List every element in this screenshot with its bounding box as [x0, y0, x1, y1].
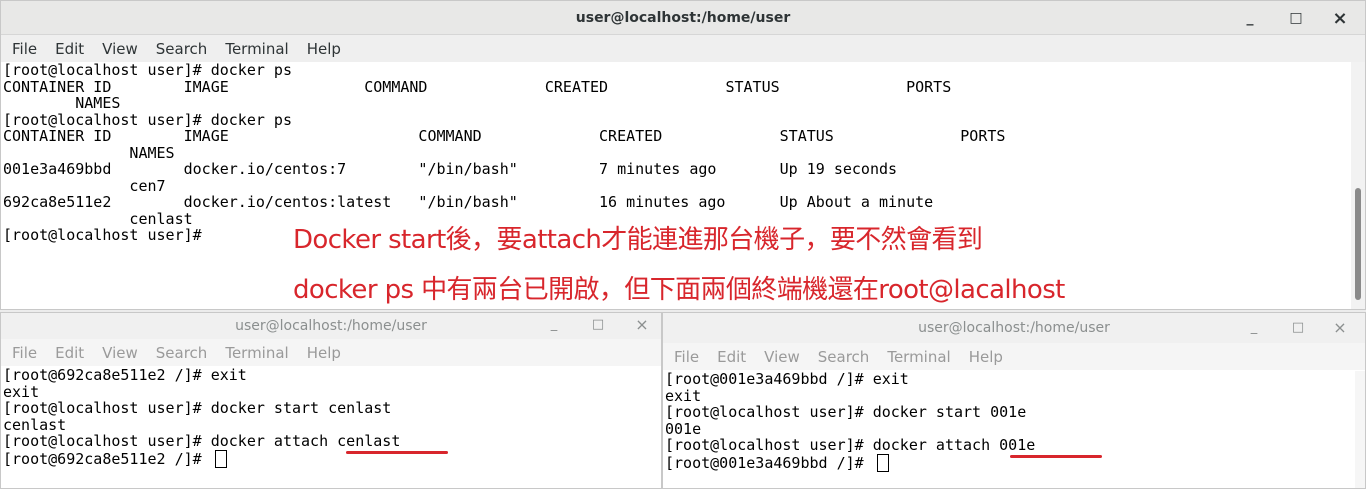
cursor-block [876, 453, 889, 472]
vertical-scrollbar[interactable] [1355, 371, 1365, 488]
menu-file[interactable]: File [12, 344, 37, 362]
menu-bar: File Edit View Search Terminal Help [1, 35, 1365, 62]
menu-terminal[interactable]: Terminal [225, 40, 288, 58]
terminal-line: NAMES [3, 143, 175, 162]
vertical-scrollbar[interactable] [1351, 62, 1365, 309]
terminal-line: 692ca8e511e2 docker.io/centos:latest "/b… [3, 193, 934, 211]
terminal-line: CONTAINER ID IMAGE COMMAND CREATED STATU… [3, 77, 952, 96]
close-icon[interactable]: × [631, 313, 653, 335]
right-terminal-window: user@localhost:/home/user _ □ × File Edi… [662, 312, 1366, 489]
terminal-line: cenlast [3, 415, 67, 434]
terminal-line: [root@localhost user]# docker start cenl… [3, 399, 392, 417]
cursor-block [214, 449, 227, 468]
window-title: user@localhost:/home/user [235, 318, 427, 334]
annotation-text: docker ps 中有兩台已開啟，但下面兩個終端機還在root@lacalho… [293, 275, 1065, 305]
main-terminal-window: user@localhost:/home/user _ □ × File Edi… [0, 0, 1366, 310]
menu-bar: File Edit View Search Terminal Help [1, 339, 661, 366]
terminal-line: [root@localhost user]# docker attach 001… [665, 436, 1036, 454]
menu-bar: File Edit View Search Terminal Help [663, 343, 1365, 370]
menu-view[interactable]: View [102, 344, 138, 362]
menu-terminal[interactable]: Terminal [225, 344, 288, 362]
minimize-icon[interactable]: _ [1243, 313, 1265, 341]
window-title: user@localhost:/home/user [918, 320, 1110, 336]
menu-edit[interactable]: Edit [55, 344, 84, 362]
terminal-line: [root@localhost user]# docker start 001e [665, 403, 1027, 421]
underline-annotation [346, 451, 448, 454]
terminal-line: exit [3, 382, 40, 401]
menu-view[interactable]: View [764, 348, 800, 366]
terminal-line: [root@localhost user]# docker ps [3, 62, 292, 79]
maximize-icon[interactable]: □ [1283, 1, 1309, 35]
terminal-line: 001e3a469bbd docker.io/centos:7 "/bin/ba… [3, 160, 898, 178]
menu-search[interactable]: Search [156, 344, 208, 362]
menu-search[interactable]: Search [156, 40, 208, 58]
menu-file[interactable]: File [12, 40, 37, 58]
minimize-icon[interactable]: _ [1237, 1, 1263, 35]
terminal-line: cenlast [3, 209, 193, 228]
menu-edit[interactable]: Edit [55, 40, 84, 58]
close-icon[interactable]: × [1327, 1, 1353, 35]
left-terminal-window: user@localhost:/home/user _ □ × File Edi… [0, 312, 662, 489]
terminal-line: NAMES [3, 94, 121, 112]
terminal-line: [root@692ca8e511e2 /]# exit [3, 367, 247, 384]
terminal-line: [root@localhost user]# [3, 226, 202, 244]
underline-annotation [1010, 455, 1102, 458]
annotation-text: Docker start後，要attach才能連進那台機子，要不然會看到 [293, 225, 983, 255]
terminal-output[interactable]: [root@692ca8e511e2 /]# exit exit [root@l… [1, 367, 661, 488]
maximize-icon[interactable]: □ [587, 313, 609, 335]
menu-help[interactable]: Help [307, 40, 341, 58]
menu-file[interactable]: File [674, 348, 699, 366]
menu-edit[interactable]: Edit [717, 348, 746, 366]
terminal-output[interactable]: [root@001e3a469bbd /]# exit exit [root@l… [663, 371, 1365, 488]
menu-terminal[interactable]: Terminal [887, 348, 950, 366]
terminal-line: [root@001e3a469bbd /]# exit [665, 371, 909, 388]
menu-help[interactable]: Help [969, 348, 1003, 366]
title-bar[interactable]: user@localhost:/home/user [1, 1, 1365, 35]
close-icon[interactable]: × [1329, 313, 1351, 341]
terminal-line: exit [665, 386, 702, 405]
terminal-line: cen7 [3, 176, 166, 195]
prompt-text: [root@692ca8e511e2 /]# [3, 449, 211, 468]
minimize-icon[interactable]: _ [543, 313, 565, 335]
maximize-icon[interactable]: □ [1287, 313, 1309, 341]
terminal-line: [root@localhost user]# docker attach cen… [3, 432, 401, 450]
terminal-line: 001e [665, 419, 702, 438]
menu-help[interactable]: Help [307, 344, 341, 362]
menu-view[interactable]: View [102, 40, 138, 58]
menu-search[interactable]: Search [818, 348, 870, 366]
terminal-line: CONTAINER ID IMAGE COMMAND CREATED STATU… [3, 127, 1006, 145]
scrollbar-thumb[interactable] [1355, 188, 1361, 300]
window-title: user@localhost:/home/user [575, 9, 791, 26]
prompt-text: [root@001e3a469bbd /]# [665, 453, 873, 472]
terminal-prompt-line: [root@692ca8e511e2 /]# [3, 449, 227, 468]
terminal-prompt-line: [root@001e3a469bbd /]# [665, 453, 889, 472]
terminal-line: [root@localhost user]# docker ps [3, 110, 292, 129]
